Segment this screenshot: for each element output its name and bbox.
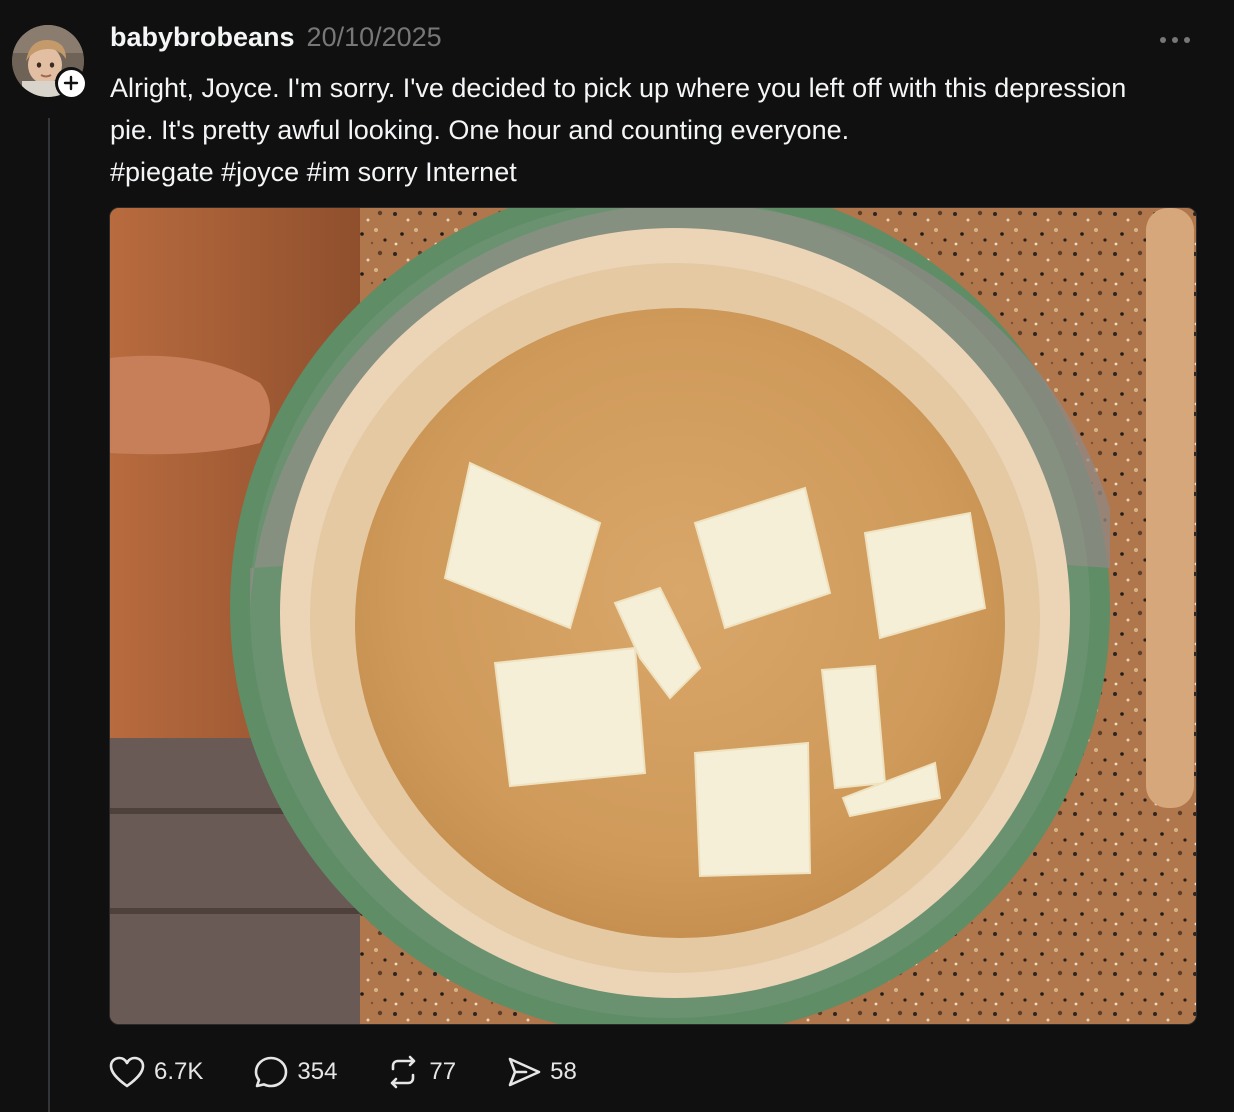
repost-button[interactable]: 77 — [385, 1055, 456, 1089]
reply-count: 354 — [297, 1058, 338, 1085]
send-icon — [508, 1057, 541, 1087]
post-media[interactable] — [109, 207, 1197, 1025]
thread-line — [48, 118, 50, 1112]
post-header: babybrobeans 20/10/2025 — [110, 22, 442, 58]
post-actions: 6.7K 354 77 58 — [108, 1050, 577, 1094]
follow-button[interactable] — [55, 67, 87, 99]
caption-text: Alright, Joyce. I'm sorry. I've decided … — [110, 73, 1127, 145]
repost-count: 77 — [429, 1058, 457, 1085]
like-count: 6.7K — [154, 1058, 204, 1085]
share-button[interactable]: 58 — [506, 1055, 577, 1089]
reply-button[interactable]: 354 — [253, 1055, 337, 1089]
pie-crust-with-butter-image — [110, 208, 1196, 1024]
username[interactable]: babybrobeans — [110, 22, 295, 53]
like-button[interactable]: 6.7K — [108, 1055, 203, 1089]
comment-icon — [255, 1056, 288, 1088]
repost-icon — [391, 1055, 416, 1089]
plus-icon — [63, 75, 79, 91]
hashtags[interactable]: #piegate #joyce #im sorry Internet — [110, 157, 517, 187]
share-count: 58 — [550, 1058, 577, 1085]
post-date[interactable]: 20/10/2025 — [307, 22, 442, 53]
more-horizontal-icon — [1160, 37, 1190, 43]
thread-post: babybrobeans 20/10/2025 Alright, Joyce. … — [0, 0, 1234, 1112]
post-caption: Alright, Joyce. I'm sorry. I've decided … — [110, 67, 1170, 193]
heart-icon — [109, 1056, 145, 1088]
more-options-button[interactable] — [1150, 28, 1200, 52]
